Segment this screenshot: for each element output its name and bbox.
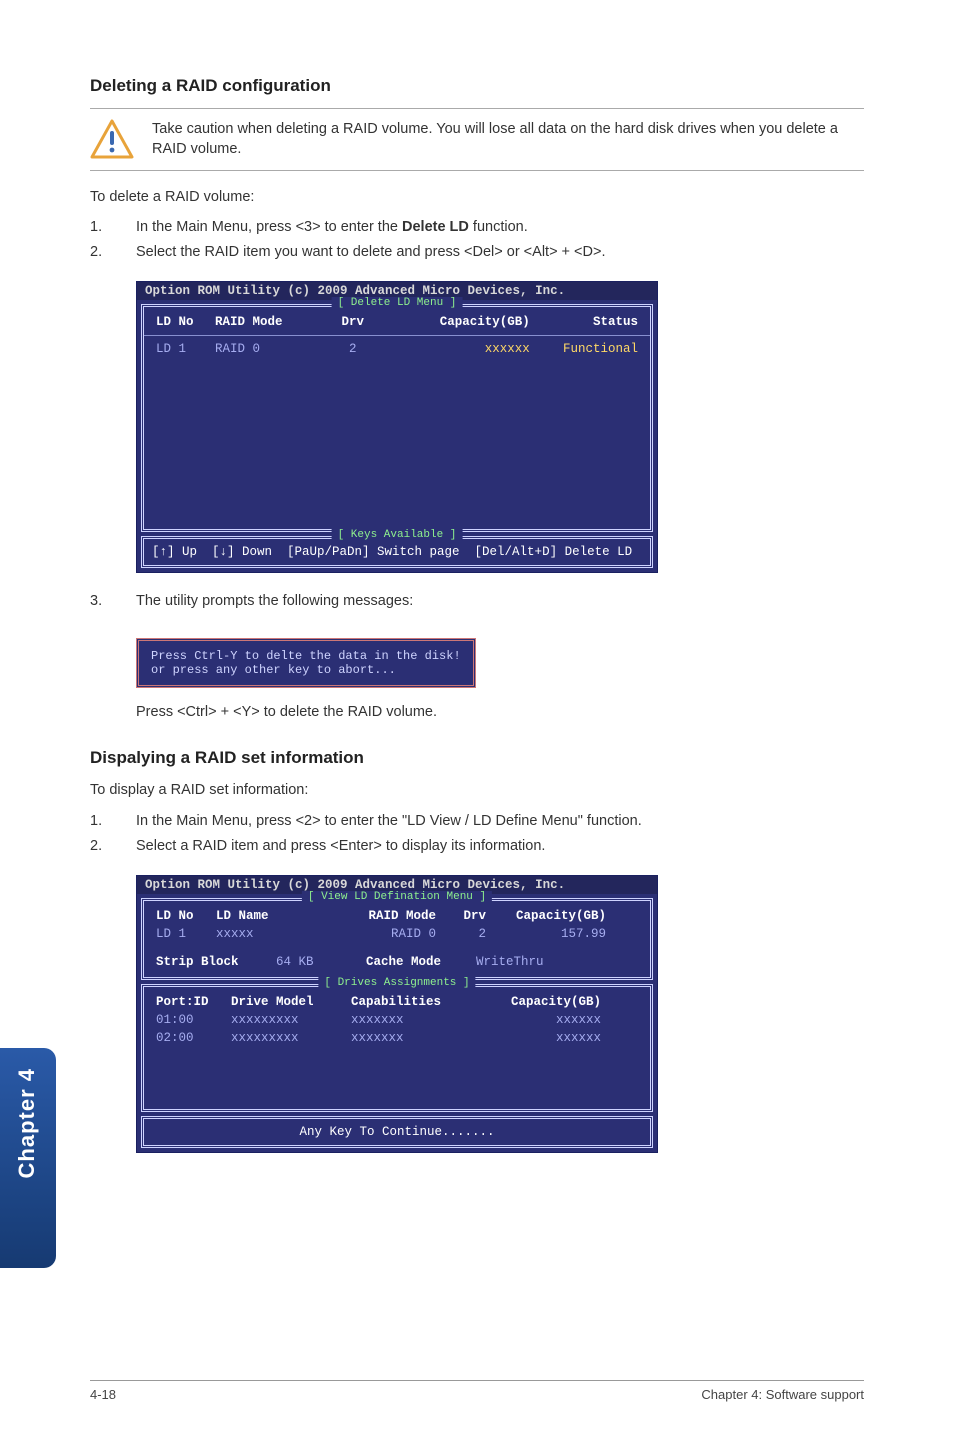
cell: LD 1 [156,927,216,941]
drives-header: Port:ID Drive Model Capabilities Capacit… [152,993,642,1011]
cell: Functional [530,342,638,356]
chapter-label: Chapter 4 [0,1048,54,1198]
label: Strip Block [156,955,276,969]
display-intro: To display a RAID set information: [90,780,864,800]
col: RAID Mode [336,909,436,923]
step-text: The utility prompts the following messag… [136,591,413,612]
list-item: 1. In the Main Menu, press <2> to enter t… [90,811,864,832]
step-text: In the Main Menu, press <2> to enter the… [136,811,642,832]
list-item: 2. Select a RAID item and press <Enter> t… [90,836,864,857]
step-number: 1. [90,811,108,832]
prompt-line: Press Ctrl-Y to delte the data in the di… [151,649,461,663]
warning-block: Take caution when deleting a RAID volume… [90,108,864,171]
cell: RAID 0 [336,927,436,941]
display-steps: 1. In the Main Menu, press <2> to enter t… [90,811,864,857]
col: Capacity(GB) [481,995,601,1009]
cell: 01:00 [156,1013,231,1027]
col: LD Name [216,909,336,923]
step-text: In the Main Menu, press <3> to enter the… [136,217,528,238]
delete-steps: 1. In the Main Menu, press <3> to enter t… [90,217,864,263]
cell: 2 [436,927,486,941]
list-item: 1. In the Main Menu, press <3> to enter t… [90,217,864,238]
box-label: [ View LD Defination Menu ] [302,891,492,903]
bold-term: Delete LD [402,219,469,235]
cell: xxxxxx [481,1013,601,1027]
step-number: 2. [90,836,108,857]
col: Port:ID [156,995,231,1009]
list-item: 3. The utility prompts the following mess… [90,591,864,612]
drives-label: [ Drives Assignments ] [318,977,475,989]
cell: 2 [323,342,382,356]
section-heading-delete: Deleting a RAID configuration [90,76,864,96]
list-item: 2. Select the RAID item you want to delet… [90,242,864,263]
keys-text: [↑] Up [↓] Down [PaUp/PaDn] Switch page … [152,545,642,559]
cell: xxxxxxxxx [231,1013,351,1027]
cell: xxxxxx [382,342,530,356]
box-label: [ Delete LD Menu ] [332,297,463,309]
table-header: LD No RAID Mode Drv Capacity(GB) Status [152,313,642,331]
separator [144,335,650,336]
table-row: 02:00 xxxxxxxxx xxxxxxx xxxxxx [152,1029,642,1047]
col: Capabilities [351,995,481,1009]
cell: xxxxxxxxx [231,1031,351,1045]
warning-text: Take caution when deleting a RAID volume… [152,119,864,160]
delete-step3: 3. The utility prompts the following mess… [90,591,864,612]
cell: RAID 0 [215,342,323,356]
page-footer: 4-18 Chapter 4: Software support [90,1380,864,1402]
prompt-box: Press Ctrl-Y to delte the data in the di… [136,638,476,688]
step-number: 3. [90,591,108,612]
table-row: LD 1 xxxxx RAID 0 2 157.99 [152,925,642,943]
any-key-text: Any Key To Continue....... [152,1125,642,1139]
cell: xxxxxx [481,1031,601,1045]
col: LD No [156,909,216,923]
value: WriteThru [476,955,544,969]
cell: xxxxx [216,927,336,941]
delete-after-text: Press <Ctrl> + <Y> to delete the RAID vo… [136,702,864,722]
col-status: Status [530,315,638,329]
col: Drv [436,909,486,923]
footer-title: Chapter 4: Software support [701,1387,864,1402]
cell: xxxxxxx [351,1013,481,1027]
terminal-delete: Option ROM Utility (c) 2009 Advanced Mic… [136,281,864,573]
col: Drive Model [231,995,351,1009]
col-mode: RAID Mode [215,315,323,329]
label: Cache Mode [366,955,476,969]
page-number: 4-18 [90,1387,116,1402]
step-text: Select the RAID item you want to delete … [136,242,606,263]
section-heading-display: Dispalying a RAID set information [90,748,864,768]
col: Capacity(GB) [486,909,606,923]
step-number: 1. [90,217,108,238]
value: 64 KB [276,955,366,969]
table-header: LD No LD Name RAID Mode Drv Capacity(GB) [152,907,642,925]
cell: LD 1 [156,342,215,356]
table-row: LD 1 RAID 0 2 xxxxxx Functional [152,340,642,358]
strip-row: Strip Block 64 KB Cache Mode WriteThru [152,953,642,971]
chapter-tab: Chapter 4 [0,1048,56,1268]
delete-intro: To delete a RAID volume: [90,187,864,207]
col-drv: Drv [323,315,382,329]
table-row: 01:00 xxxxxxxxx xxxxxxx xxxxxx [152,1011,642,1029]
step-number: 2. [90,242,108,263]
terminal-view: Option ROM Utility (c) 2009 Advanced Mic… [136,875,864,1153]
col-cap: Capacity(GB) [382,315,530,329]
cell: 157.99 [486,927,606,941]
cell: xxxxxxx [351,1031,481,1045]
warning-icon [90,119,134,159]
prompt-line: or press any other key to abort... [151,663,461,677]
col-ldno: LD No [156,315,215,329]
keys-label: [ Keys Available ] [332,529,463,541]
step-text: Select a RAID item and press <Enter> to … [136,836,545,857]
cell: 02:00 [156,1031,231,1045]
